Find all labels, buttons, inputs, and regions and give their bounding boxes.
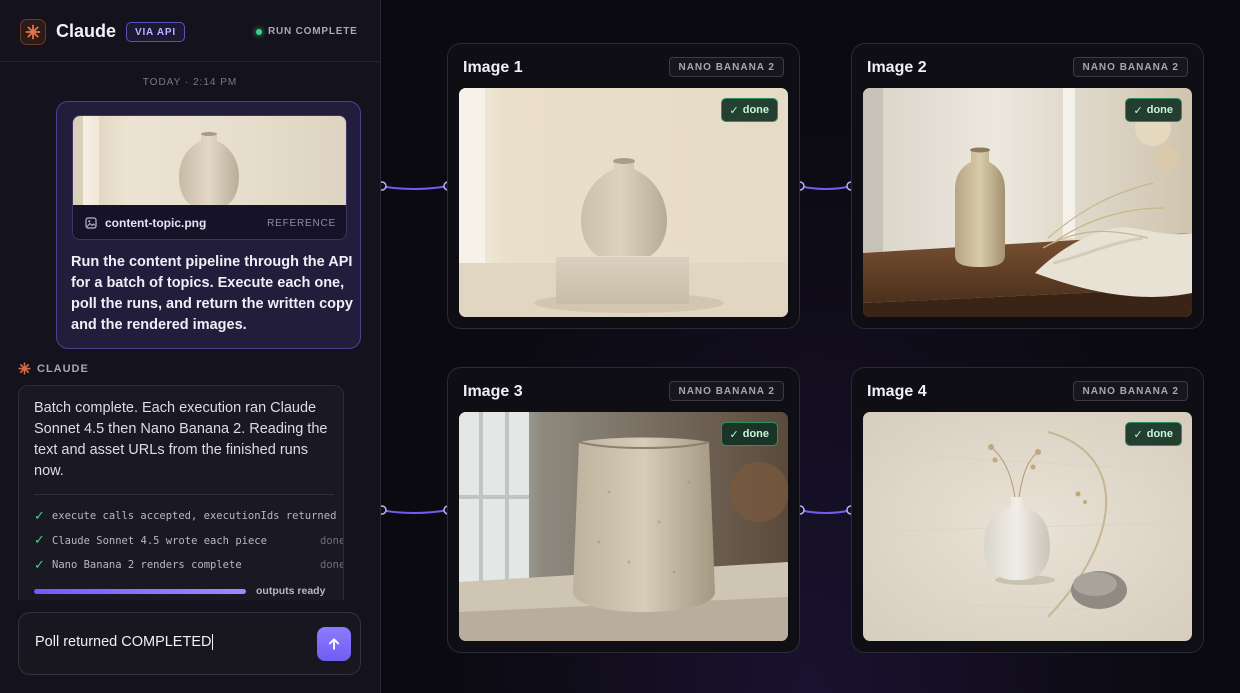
progress-label: outputs ready [256, 585, 326, 597]
image-card-title: Image 4 [867, 383, 927, 400]
chat-header: Claude VIA API RUN COMPLETE [0, 0, 380, 62]
step-text: Nano Banana 2 renders complete [52, 559, 242, 572]
status-dot-icon [256, 28, 262, 35]
arrow-up-icon [328, 638, 340, 650]
check-icon: ✓ [34, 557, 45, 573]
image-card-title: Image 2 [867, 59, 927, 76]
image-card-title: Image 1 [463, 59, 523, 76]
attachment-label: REFERENCE [267, 217, 336, 229]
check-icon: ✓ [729, 104, 739, 117]
message-input[interactable]: Poll returned COMPLETED [35, 634, 305, 651]
generated-image: ✓ done [459, 88, 788, 317]
image-card-3[interactable]: Image 3 NANO BANANA 2 ✓ done [447, 367, 800, 653]
status-badge-label: done [1146, 104, 1173, 116]
divider [34, 494, 334, 495]
model-badge: NANO BANANA 2 [1073, 57, 1188, 77]
step-status: done [320, 534, 344, 547]
step-text: Claude Sonnet 4.5 wrote each piece [52, 534, 267, 547]
claude-starburst-icon [20, 19, 46, 45]
user-message-text: Run the content pipeline through the API… [71, 254, 353, 333]
image-file-icon [85, 217, 97, 229]
status-badge: ✓ done [720, 98, 778, 122]
attachment-filename: content-topic.png [105, 216, 207, 230]
image-card-1[interactable]: Image 1 NANO BANANA 2 ✓ done [447, 43, 800, 329]
user-message: content-topic.png REFERENCE Run the cont… [56, 101, 361, 349]
model-badge: NANO BANANA 2 [669, 57, 784, 77]
status-badge: ✓ done [1124, 98, 1182, 122]
output-progress-bar [34, 589, 246, 594]
app-title: Claude [56, 21, 117, 41]
chat-panel: Claude VIA API RUN COMPLETE TODAY · 2:14… [0, 0, 381, 693]
assistant-label-text: CLAUDE [37, 362, 89, 375]
check-icon: ✓ [1133, 104, 1143, 117]
status-badge: ✓ done [1124, 422, 1182, 446]
generated-image: ✓ done [863, 88, 1192, 317]
message-composer: Poll returned COMPLETED [18, 612, 361, 675]
message-timestamp: TODAY · 2:14 PM [142, 77, 238, 88]
step-item: ✓ Claude Sonnet 4.5 wrote each piece don… [34, 529, 344, 554]
run-status: RUN COMPLETE [256, 26, 358, 37]
generated-image: ✓ done [459, 412, 788, 641]
status-badge-label: done [742, 104, 769, 116]
check-icon: ✓ [729, 428, 739, 441]
claude-starburst-icon [18, 362, 31, 375]
app-root: Claude VIA API RUN COMPLETE TODAY · 2:14… [0, 0, 1240, 693]
text-caret [212, 634, 214, 651]
reference-thumbnail [73, 116, 346, 205]
progress-fill [34, 589, 246, 594]
model-badge: NANO BANANA 2 [1073, 381, 1188, 401]
step-list: ✓ execute calls accepted, executionIds r… [34, 504, 344, 578]
image-card-4[interactable]: Image 4 NANO BANANA 2 ✓ done [851, 367, 1204, 653]
image-card-2[interactable]: Image 2 NANO BANANA 2 ✓ done [851, 43, 1204, 329]
status-badge-label: done [742, 428, 769, 440]
reference-footer: content-topic.png REFERENCE [73, 205, 346, 239]
assistant-message-text: Batch complete. Each execution ran Claud… [34, 400, 328, 479]
check-icon: ✓ [1133, 428, 1143, 441]
message-input-value: Poll returned COMPLETED [35, 634, 212, 650]
generated-image: ✓ done [863, 412, 1192, 641]
model-badge: NANO BANANA 2 [669, 381, 784, 401]
status-badge-label: done [1146, 428, 1173, 440]
step-item: ✓ Nano Banana 2 renders complete done [34, 553, 344, 578]
check-icon: ✓ [34, 533, 45, 549]
run-status-label: RUN COMPLETE [268, 26, 358, 37]
status-badge: ✓ done [720, 422, 778, 446]
send-button[interactable] [317, 627, 351, 661]
reference-attachment[interactable]: content-topic.png REFERENCE [72, 115, 347, 240]
step-item: ✓ execute calls accepted, executionIds r… [34, 504, 343, 529]
step-status: done [320, 559, 344, 572]
assistant-label: CLAUDE [18, 362, 89, 375]
via-api-badge: VIA API [126, 22, 185, 42]
step-text: execute calls accepted, executionIds ret… [51, 510, 337, 523]
assistant-message: Batch complete. Each execution ran Claud… [18, 385, 344, 600]
image-card-title: Image 3 [463, 383, 523, 400]
check-icon: ✓ [34, 508, 45, 524]
image-canvas: Image 1 NANO BANANA 2 ✓ done Image 2 NAN… [381, 0, 1240, 693]
